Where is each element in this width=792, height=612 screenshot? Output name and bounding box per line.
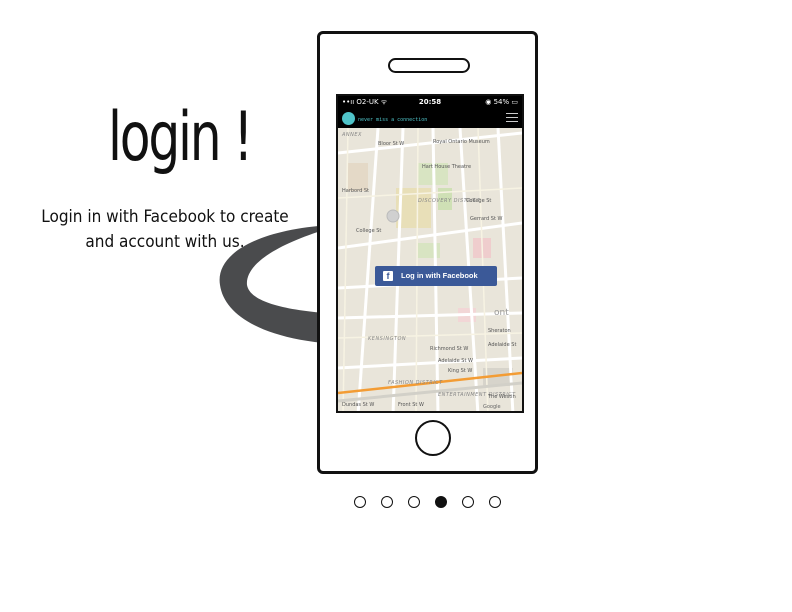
map-label-college: College St bbox=[356, 228, 382, 234]
page-heading: login ! bbox=[108, 98, 253, 177]
pagination-dot[interactable] bbox=[408, 496, 420, 508]
map-label-adelaide-right: Adelaide St bbox=[488, 342, 517, 348]
phone-speaker bbox=[388, 58, 470, 73]
status-bar: ••ıı O2-UK ᯤ 20:58 ◉ 54% ▭ bbox=[338, 96, 522, 108]
app-logo bbox=[342, 112, 355, 125]
map-label-annex: ANNEX bbox=[342, 132, 362, 138]
phone-screen: ANNEX Bloor St W Royal Ontario Museum Ha… bbox=[336, 94, 524, 413]
map-label-rom: Royal Ontario Museum bbox=[433, 139, 490, 145]
facebook-icon: f bbox=[383, 271, 393, 281]
map-label-fashion: FASHION DISTRICT bbox=[388, 380, 443, 386]
pagination-dot[interactable] bbox=[354, 496, 366, 508]
pagination-dot[interactable] bbox=[381, 496, 393, 508]
map-label-gerrard: Gerrard St W bbox=[470, 216, 503, 222]
map-label-kensington: KENSINGTON bbox=[368, 336, 407, 342]
pagination-dot[interactable] bbox=[489, 496, 501, 508]
facebook-login-label: Log in with Facebook bbox=[401, 271, 478, 280]
map-label-dundas: Dundas St W bbox=[342, 402, 375, 408]
map-label-adelaide: Adelaide St W bbox=[438, 358, 473, 364]
phone-mockup: ANNEX Bloor St W Royal Ontario Museum Ha… bbox=[317, 31, 538, 474]
map-label-westin: The Westin bbox=[488, 394, 516, 400]
pagination-dot[interactable] bbox=[462, 496, 474, 508]
facebook-login-button[interactable]: f Log in with Facebook bbox=[375, 266, 497, 286]
map-label-college-right: College St bbox=[466, 198, 492, 204]
map-label-sheraton: Sheraton bbox=[488, 328, 511, 334]
map-label-ont: ont bbox=[494, 308, 509, 318]
battery-indicator: ◉ 54% ▭ bbox=[485, 98, 518, 106]
map-label-richmond: Richmond St W bbox=[430, 346, 469, 352]
map-label-hart-house: Hart House Theatre bbox=[422, 164, 472, 170]
map-label-front: Front St W bbox=[398, 402, 424, 408]
map-label-king: King St W bbox=[448, 368, 473, 374]
pagination-dot[interactable] bbox=[435, 496, 447, 508]
hamburger-menu-icon[interactable] bbox=[506, 113, 518, 123]
app-header: never miss a connection bbox=[338, 108, 522, 128]
map-label-harbord: Harbord St bbox=[342, 188, 369, 194]
home-button[interactable] bbox=[415, 420, 451, 456]
map-label-google: Google bbox=[483, 404, 501, 410]
app-tagline: never miss a connection bbox=[358, 117, 428, 123]
map-label-bloor: Bloor St W bbox=[378, 141, 405, 147]
